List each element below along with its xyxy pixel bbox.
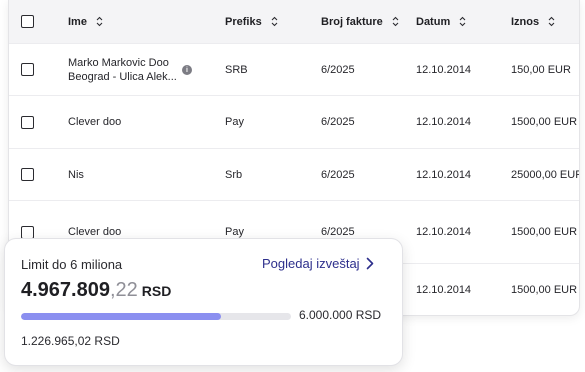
amount-cell: 25000,00 EUR	[511, 168, 580, 181]
limit-amount: 4.967.809,22 RSD	[21, 279, 171, 302]
limit-progress-fill	[21, 313, 221, 320]
row-checkbox[interactable]	[21, 63, 34, 76]
table-header: Ime Prefiks Broj fakture Datum Iznos	[9, 0, 579, 44]
view-report-link[interactable]: Pogledaj izveštaj	[262, 256, 374, 271]
sort-icon	[548, 16, 555, 27]
view-report-label: Pogledaj izveštaj	[262, 256, 360, 271]
date-cell: 12.10.2014	[416, 226, 472, 238]
date-cell: 12.10.2014	[416, 116, 472, 128]
table-row[interactable]: Clever doo Pay 6/2025 12.10.2014 1500,00…	[9, 96, 579, 149]
name-cell: Nis	[68, 168, 84, 181]
sort-icon	[459, 16, 466, 27]
select-all-cell	[21, 0, 34, 43]
column-header-label: Iznos	[511, 15, 540, 28]
sort-icon	[392, 16, 399, 27]
amount-cell: 1500,00 EUR	[511, 226, 578, 238]
limit-max-label: 6.000.000 RSD	[299, 308, 382, 322]
table-row[interactable]: Nis Srb 6/2025 12.10.2014 25000,00 EUR	[9, 149, 579, 201]
customer-name: Marko Markovic Doo Beograd - Ulica Alek.…	[68, 56, 177, 83]
column-header-label: Broj fakture	[321, 15, 383, 28]
sort-icon	[96, 16, 103, 27]
column-header-date[interactable]: Datum	[416, 0, 466, 43]
date-cell: 12.10.2014	[416, 168, 472, 181]
table-row[interactable]: Marko Markovic Doo Beograd - Ulica Alek.…	[9, 44, 579, 96]
invoice-number-cell: 6/2025	[321, 116, 355, 128]
column-header-invoice-number[interactable]: Broj fakture	[321, 0, 399, 43]
name-cell: Clever doo	[68, 116, 122, 128]
column-header-prefix[interactable]: Prefiks	[225, 0, 278, 43]
row-select-cell	[21, 44, 34, 95]
prefix-cell: SRB	[225, 63, 248, 76]
sort-icon	[271, 16, 278, 27]
limit-card: Limit do 6 miliona Pogledaj izveštaj 4.9…	[4, 238, 403, 366]
row-checkbox[interactable]	[21, 168, 34, 181]
amount-cell: 150,00 EUR	[511, 63, 571, 76]
invoice-number-cell: 6/2025	[321, 168, 355, 181]
limit-amount-decimal: ,22	[109, 279, 138, 301]
row-select-cell	[21, 149, 34, 200]
limit-amount-integer: 4.967.809	[21, 279, 110, 301]
name-cell: Marko Markovic Doo Beograd - Ulica Alek.…	[68, 44, 178, 95]
limit-title: Limit do 6 miliona	[21, 257, 123, 272]
invoice-number-cell: 6/2025	[321, 63, 355, 76]
row-checkbox[interactable]	[21, 115, 34, 129]
row-checkbox[interactable]	[21, 225, 34, 239]
amount-cell: 1500,00 EUR	[511, 284, 578, 296]
amount-cell: 1500,00 EUR	[511, 116, 578, 128]
prefix-cell: Pay	[225, 116, 244, 128]
limit-spent-label: 1.226.965,02 RSD	[21, 334, 120, 348]
column-header-name[interactable]: Ime	[68, 0, 103, 43]
column-header-label: Prefiks	[225, 15, 262, 28]
prefix-cell: Srb	[225, 168, 243, 181]
date-cell: 12.10.2014	[416, 63, 472, 76]
date-cell: 12.10.2014	[416, 284, 472, 296]
column-header-label: Ime	[68, 15, 87, 28]
limit-progress-bar	[21, 313, 291, 320]
limit-amount-currency: RSD	[141, 283, 172, 299]
column-header-amount[interactable]: Iznos	[511, 0, 555, 43]
row-select-cell	[21, 96, 34, 148]
info-icon-glyph: i	[186, 66, 188, 74]
select-all-checkbox[interactable]	[21, 15, 34, 28]
column-header-label: Datum	[416, 15, 451, 28]
info-icon[interactable]: i	[182, 65, 192, 75]
chevron-right-icon	[366, 257, 373, 270]
